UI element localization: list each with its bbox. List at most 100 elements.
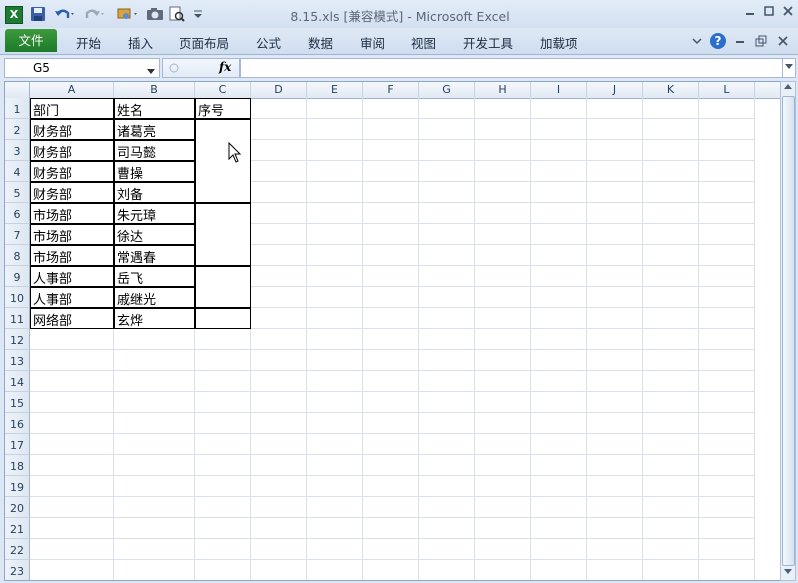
cell-k8[interactable] (643, 245, 699, 266)
cell-h20[interactable] (475, 497, 531, 518)
column-header-a[interactable]: A (30, 82, 114, 98)
cell-a2[interactable]: 财务部 (30, 119, 114, 140)
column-header-k[interactable]: K (643, 82, 699, 98)
cell-d8[interactable] (251, 245, 307, 266)
redo-icon[interactable] (84, 6, 106, 23)
cell-h7[interactable] (475, 224, 531, 245)
cell-k18[interactable] (643, 455, 699, 476)
cell-h19[interactable] (475, 476, 531, 497)
cell-b22[interactable] (114, 539, 195, 560)
minimize-icon[interactable] (741, 4, 759, 20)
cell-d2[interactable] (251, 119, 307, 140)
cell-e1[interactable] (307, 98, 363, 119)
merged-cell-c2-c5[interactable] (195, 119, 251, 203)
cell-a18[interactable] (30, 455, 114, 476)
cell-d7[interactable] (251, 224, 307, 245)
tab-page-layout[interactable]: 页面布局 (179, 33, 229, 51)
cell-d5[interactable] (251, 182, 307, 203)
cell-c13[interactable] (195, 350, 251, 371)
cell-l8[interactable] (699, 245, 755, 266)
row-header-13[interactable]: 13 (5, 350, 30, 371)
cell-i1[interactable] (531, 98, 587, 119)
cell-g15[interactable] (419, 392, 475, 413)
cell-f15[interactable] (363, 392, 419, 413)
cell-e19[interactable] (307, 476, 363, 497)
cell-f7[interactable] (363, 224, 419, 245)
cell-b16[interactable] (114, 413, 195, 434)
tab-view[interactable]: 视图 (411, 33, 436, 51)
cell-a15[interactable] (30, 392, 114, 413)
cell-c21[interactable] (195, 518, 251, 539)
cell-i17[interactable] (531, 434, 587, 455)
cell-a1[interactable]: 部门 (30, 98, 114, 119)
cell-i14[interactable] (531, 371, 587, 392)
tab-file[interactable]: 文件 (5, 29, 57, 52)
cell-k14[interactable] (643, 371, 699, 392)
cell-i9[interactable] (531, 266, 587, 287)
formula-input[interactable] (240, 58, 784, 78)
cell-h22[interactable] (475, 539, 531, 560)
cell-b1[interactable]: 姓名 (114, 98, 195, 119)
row-header-1[interactable]: 1 (5, 98, 30, 119)
column-header-j[interactable]: J (587, 82, 643, 98)
cell-g2[interactable] (419, 119, 475, 140)
cell-g3[interactable] (419, 140, 475, 161)
cell-l22[interactable] (699, 539, 755, 560)
row-header-12[interactable]: 12 (5, 329, 30, 350)
name-box[interactable]: G5 (4, 58, 160, 78)
cell-i2[interactable] (531, 119, 587, 140)
cell-j1[interactable] (587, 98, 643, 119)
tab-data[interactable]: 数据 (308, 33, 333, 51)
cell-f2[interactable] (363, 119, 419, 140)
workbook-restore-icon[interactable] (755, 35, 767, 47)
cell-e17[interactable] (307, 434, 363, 455)
cell-i6[interactable] (531, 203, 587, 224)
cell-f18[interactable] (363, 455, 419, 476)
undo-icon[interactable] (54, 6, 76, 23)
cell-c1[interactable]: 序号 (195, 98, 251, 119)
name-box-dropdown-icon[interactable] (147, 64, 155, 78)
cell-g7[interactable] (419, 224, 475, 245)
cell-h9[interactable] (475, 266, 531, 287)
cell-l14[interactable] (699, 371, 755, 392)
cell-g18[interactable] (419, 455, 475, 476)
cell-e21[interactable] (307, 518, 363, 539)
cell-j3[interactable] (587, 140, 643, 161)
scrollbar-thumb[interactable] (782, 96, 795, 566)
cell-i15[interactable] (531, 392, 587, 413)
cell-l20[interactable] (699, 497, 755, 518)
cell-k17[interactable] (643, 434, 699, 455)
cell-l11[interactable] (699, 308, 755, 329)
cell-h12[interactable] (475, 329, 531, 350)
cell-a3[interactable]: 财务部 (30, 140, 114, 161)
cell-a13[interactable] (30, 350, 114, 371)
cell-e18[interactable] (307, 455, 363, 476)
cell-h17[interactable] (475, 434, 531, 455)
restore-icon[interactable] (760, 4, 778, 20)
cell-k22[interactable] (643, 539, 699, 560)
cell-c22[interactable] (195, 539, 251, 560)
cell-e7[interactable] (307, 224, 363, 245)
cell-k23[interactable] (643, 560, 699, 580)
column-header-c[interactable]: C (195, 82, 251, 98)
cell-j9[interactable] (587, 266, 643, 287)
row-header-16[interactable]: 16 (5, 413, 30, 434)
cell-f6[interactable] (363, 203, 419, 224)
cell-l6[interactable] (699, 203, 755, 224)
cell-f23[interactable] (363, 560, 419, 580)
row-header-9[interactable]: 9 (5, 266, 30, 287)
workbook-close-icon[interactable] (777, 35, 789, 47)
column-header-i[interactable]: I (531, 82, 587, 98)
cell-b23[interactable] (114, 560, 195, 580)
row-header-21[interactable]: 21 (5, 518, 30, 539)
cell-i11[interactable] (531, 308, 587, 329)
cell-f12[interactable] (363, 329, 419, 350)
cell-a19[interactable] (30, 476, 114, 497)
row-header-5[interactable]: 5 (5, 182, 30, 203)
row-header-18[interactable]: 18 (5, 455, 30, 476)
cell-d3[interactable] (251, 140, 307, 161)
cell-h1[interactable] (475, 98, 531, 119)
row-header-11[interactable]: 11 (5, 308, 30, 329)
cell-d6[interactable] (251, 203, 307, 224)
merged-cell-c9-c10[interactable] (195, 266, 251, 308)
